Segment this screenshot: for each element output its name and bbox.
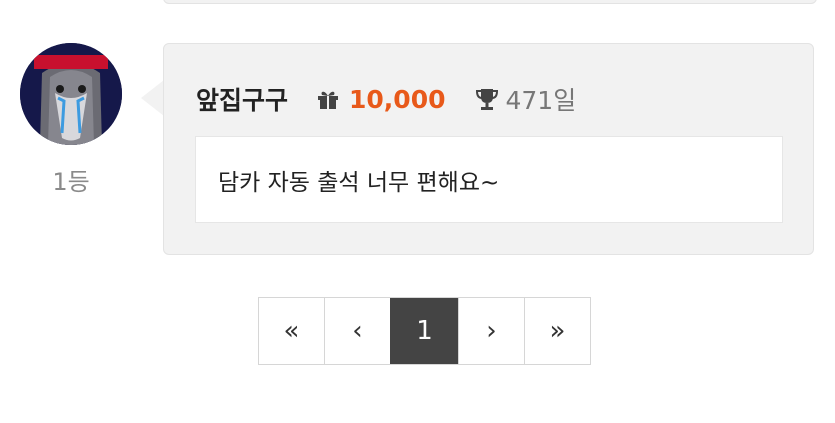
bubble-tail	[141, 80, 164, 116]
current-page-button[interactable]: 1	[390, 298, 458, 364]
comment-text: 담카 자동 출석 너무 편해요~	[218, 169, 500, 196]
days-count: 471일	[505, 86, 577, 115]
next-page-button[interactable]: ›	[458, 298, 524, 364]
pagination: « ‹ 1 › »	[258, 297, 591, 365]
previous-comment-card	[163, 0, 817, 4]
first-page-button[interactable]: «	[259, 298, 324, 364]
rank-label: 1등	[52, 168, 90, 196]
comment-content-box: 담카 자동 출석 너무 편해요~	[195, 136, 783, 223]
prev-page-button[interactable]: ‹	[324, 298, 390, 364]
avatar[interactable]	[20, 43, 122, 145]
comment-meta: 앞집구구 10,000 471일	[196, 82, 576, 116]
avatar-image	[20, 43, 122, 145]
last-page-button[interactable]: »	[524, 298, 590, 364]
username[interactable]: 앞집구구	[196, 81, 288, 117]
points-value: 10,000	[349, 84, 446, 114]
comment-bubble: 앞집구구 10,000 471일 담카 자동 출석 너무 편해요~	[163, 43, 814, 255]
gift-icon	[318, 91, 339, 109]
trophy-icon	[475, 89, 498, 110]
